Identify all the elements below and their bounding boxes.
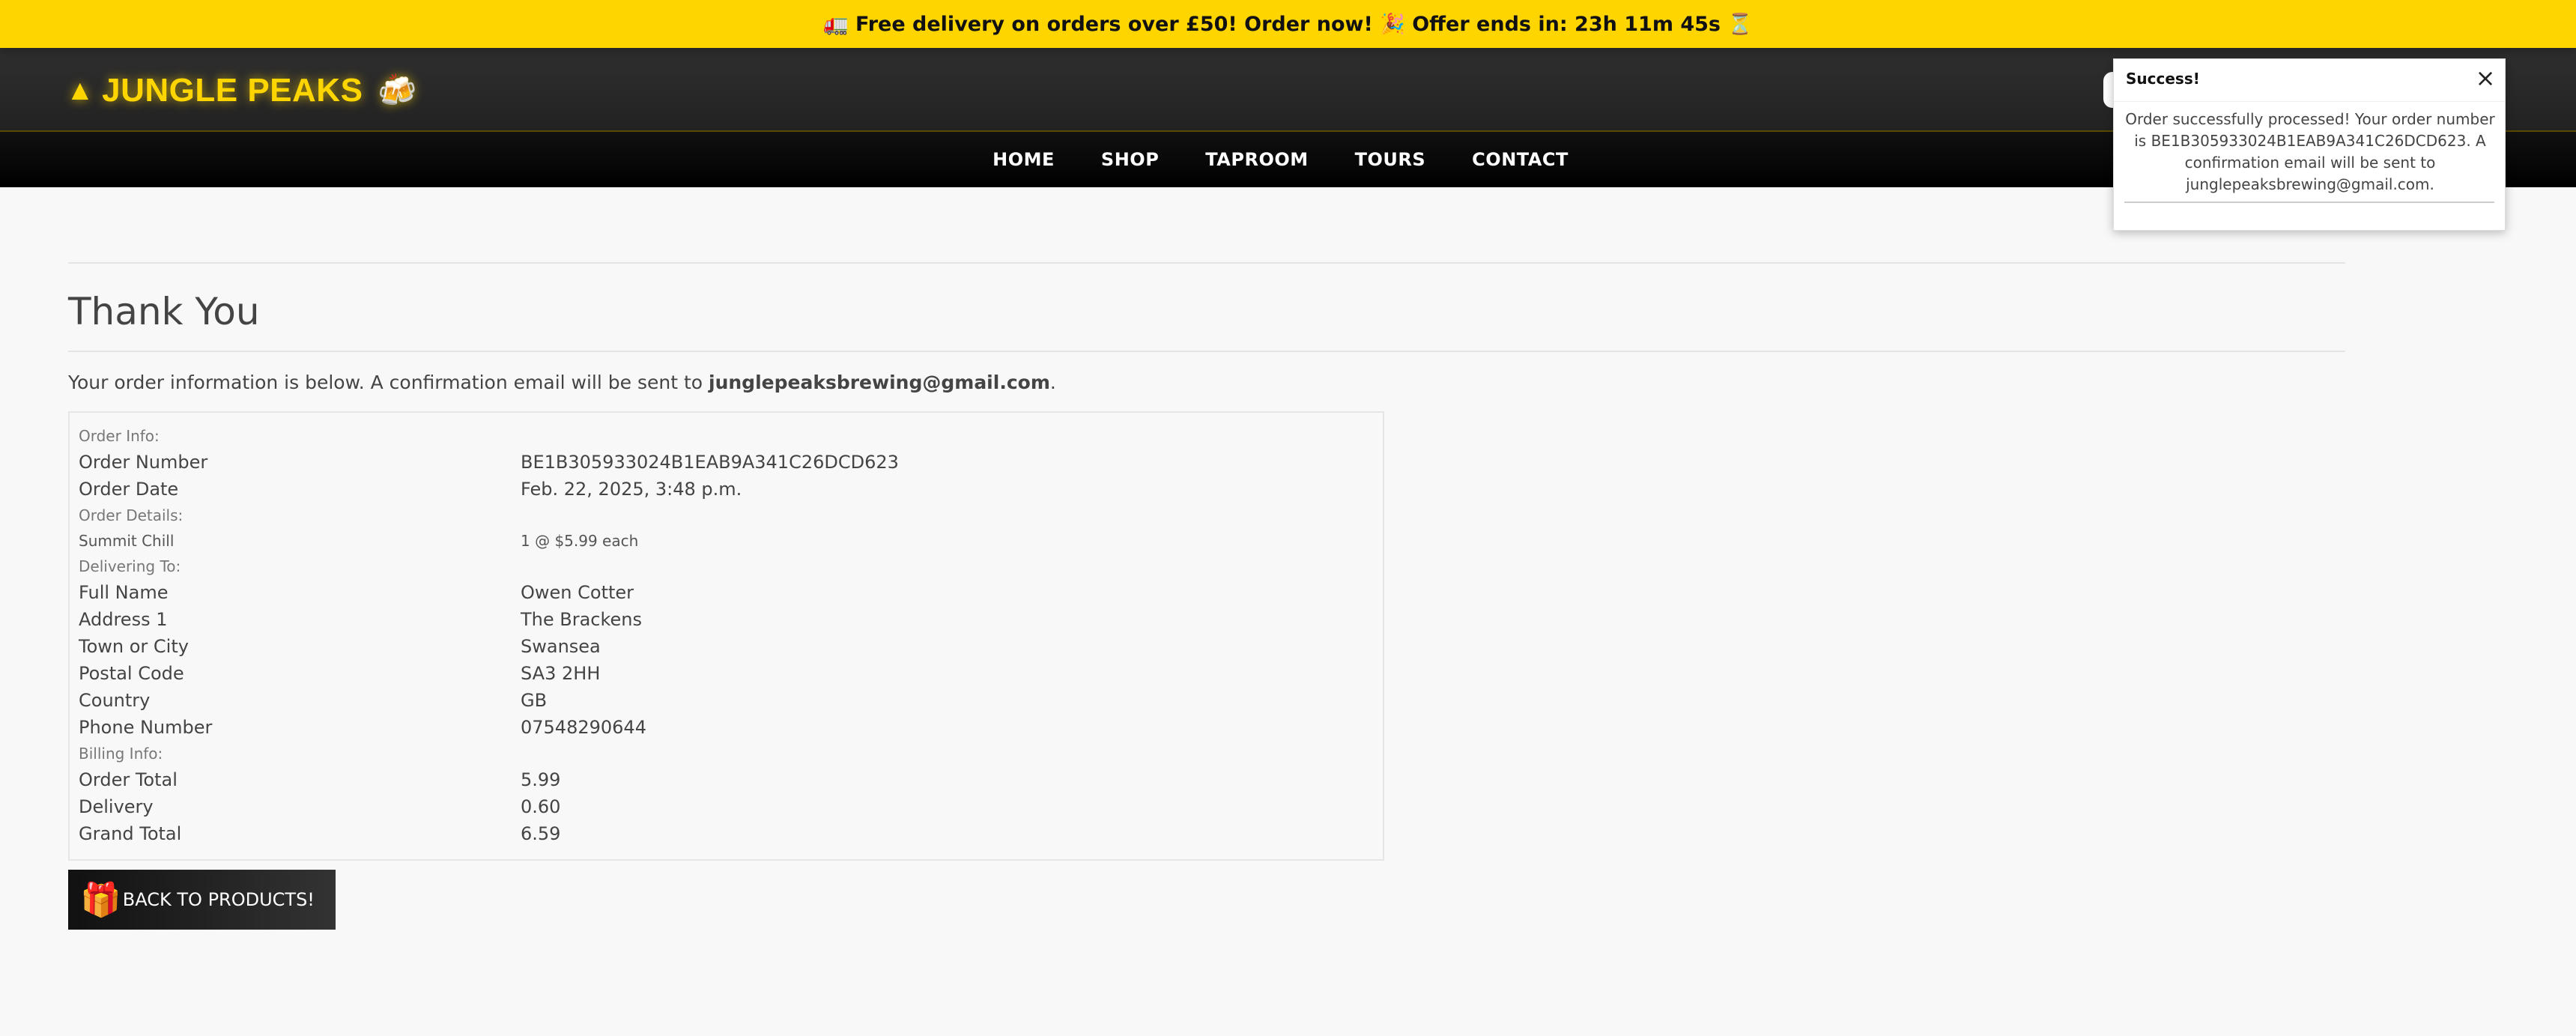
divider — [2114, 101, 2505, 102]
order-number-row: Order Number BE1B305933024B1EAB9A341C26D… — [79, 449, 1374, 476]
nav-home[interactable]: HOME — [992, 149, 1055, 170]
postal-code-value: SA3 2HH — [521, 663, 601, 684]
section-heading: Order Info: — [79, 423, 1374, 449]
brand-name: JUNGLE PEAKS — [102, 72, 363, 109]
order-total-row: Order Total 5.99 — [79, 766, 1374, 793]
item-qty-price: 1 @ $5.99 each — [521, 532, 639, 550]
beer-mugs-icon: 🍻 — [378, 72, 418, 108]
order-number-value: BE1B305933024B1EAB9A341C26DCD623 — [521, 452, 899, 473]
town-value: Swansea — [521, 636, 601, 657]
section-heading: Delivering To: — [79, 554, 1374, 579]
toast-title: Success! — [2126, 70, 2200, 88]
country-row: Country GB — [79, 687, 1374, 714]
back-to-products-label: BACK TO PRODUCTS! — [122, 889, 315, 910]
order-info-heading: Order Info: — [79, 427, 160, 445]
confirmation-email: junglepeaksbrewing@gmail.com — [709, 372, 1050, 393]
toast-progress-line — [2124, 202, 2494, 203]
order-date-label: Order Date — [79, 479, 179, 500]
country-value: GB — [521, 690, 548, 711]
delivery-label: Delivery — [79, 796, 154, 817]
section-heading: Billing Info: — [79, 741, 1374, 766]
page-title: Thank You — [68, 290, 260, 333]
address1-value: The Brackens — [521, 609, 643, 630]
order-details-heading: Order Details: — [79, 506, 184, 524]
close-icon[interactable]: × — [2473, 66, 2497, 91]
phone-row: Phone Number 07548290644 — [79, 714, 1374, 741]
main-content: Thank You Your order information is belo… — [68, 187, 2345, 930]
order-total-value: 5.99 — [521, 769, 561, 790]
divider — [68, 262, 2345, 264]
phone-label: Phone Number — [79, 717, 213, 738]
billing-heading: Billing Info: — [79, 745, 163, 763]
promo-banner: 🚛 Free delivery on orders over £50! Orde… — [0, 0, 2576, 48]
grand-total-row: Grand Total 6.59 — [79, 820, 1374, 847]
intro-suffix: . — [1049, 372, 1056, 393]
full-name-label: Full Name — [79, 582, 169, 603]
order-date-row: Order Date Feb. 22, 2025, 3:48 p.m. — [79, 476, 1374, 503]
town-row: Town or City Swansea — [79, 633, 1374, 660]
nav-tours[interactable]: TOURS — [1355, 149, 1426, 170]
nav-taproom[interactable]: TAPROOM — [1205, 149, 1308, 170]
address1-row: Address 1 The Brackens — [79, 606, 1374, 633]
delivering-heading: Delivering To: — [79, 557, 181, 575]
divider — [68, 351, 2345, 352]
nav-contact[interactable]: CONTACT — [1472, 149, 1569, 170]
nav-shop[interactable]: SHOP — [1101, 149, 1159, 170]
delivery-row: Delivery 0.60 — [79, 793, 1374, 820]
grand-total-value: 6.59 — [521, 823, 561, 844]
order-item-row: Summit Chill 1 @ $5.99 each — [79, 528, 1374, 554]
promo-text: 🚛 Free delivery on orders over £50! Orde… — [822, 13, 1754, 36]
back-to-products-button[interactable]: 🎁 BACK TO PRODUCTS! — [68, 870, 336, 930]
toast-message: Order successfully processed! Your order… — [2125, 110, 2495, 193]
brand-logo[interactable]: ▲ JUNGLE PEAKS 🍻 — [66, 64, 417, 117]
order-total-label: Order Total — [79, 769, 178, 790]
order-date-value: Feb. 22, 2025, 3:48 p.m. — [521, 479, 742, 500]
warning-triangle-icon: ▲ — [66, 74, 95, 106]
success-toast: Success! × Order successfully processed!… — [2113, 58, 2506, 231]
full-name-value: Owen Cotter — [521, 582, 634, 603]
item-name: Summit Chill — [79, 532, 175, 550]
delivery-value: 0.60 — [521, 796, 561, 817]
order-summary: Order Info: Order Number BE1B305933024B1… — [68, 411, 1384, 861]
country-label: Country — [79, 690, 151, 711]
section-heading: Order Details: — [79, 503, 1374, 528]
gift-icon: 🎁 — [80, 881, 121, 919]
intro-prefix: Your order information is below. A confi… — [68, 372, 709, 393]
postal-code-row: Postal Code SA3 2HH — [79, 660, 1374, 687]
order-number-label: Order Number — [79, 452, 208, 473]
phone-value: 07548290644 — [521, 717, 646, 738]
grand-total-label: Grand Total — [79, 823, 182, 844]
address1-label: Address 1 — [79, 609, 168, 630]
postal-code-label: Postal Code — [79, 663, 184, 684]
full-name-row: Full Name Owen Cotter — [79, 579, 1374, 606]
intro-text: Your order information is below. A confi… — [68, 372, 2345, 393]
town-label: Town or City — [79, 636, 189, 657]
